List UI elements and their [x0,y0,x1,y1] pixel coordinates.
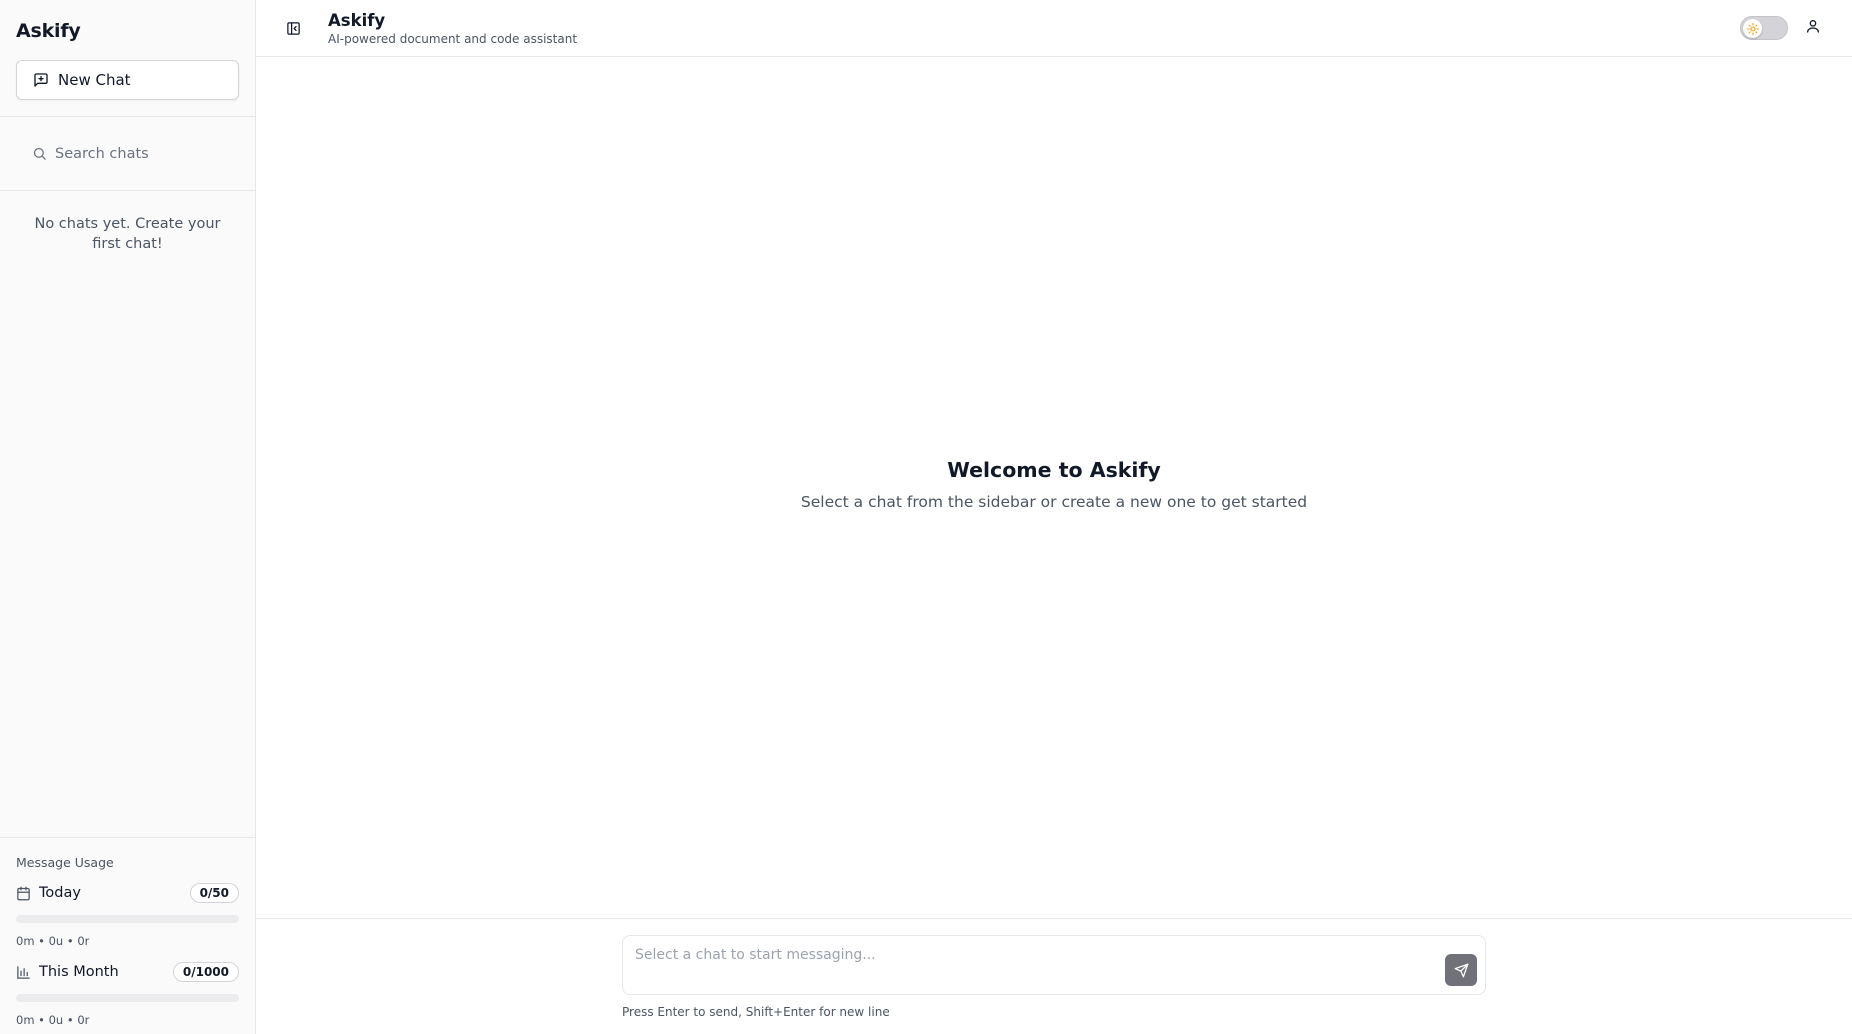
page-title: Askify [328,10,386,30]
message-composer [622,935,1486,995]
usage-today-progress [16,915,239,923]
search-box [16,134,239,174]
header-titles: Askify AI-powered document and code assi… [328,11,577,46]
send-icon [1454,963,1468,977]
usage-today-badge: 0/50 [189,883,239,903]
composer-area: Press Enter to send, Shift+Enter for new… [256,918,1852,1034]
main-area: Askify AI-powered document and code assi… [256,0,1852,1034]
usage-month-progress [16,994,239,1002]
new-chat-label: New Chat [58,71,131,89]
welcome-title: Welcome to Askify [947,458,1161,482]
usage-month-stats: 0m • 0u • 0r [16,1013,90,1027]
theme-toggle-knob [1743,19,1762,38]
brand-title: Askify [16,20,81,42]
app-root: Askify New Chat No chats yet. Create you… [0,0,1852,1034]
user-menu-button[interactable] [1805,18,1825,38]
message-input[interactable] [623,936,1403,976]
calendar-icon [17,886,30,900]
message-usage-panel: Message Usage Today 0/50 0m • 0u • 0r Th… [0,837,255,1034]
panel-left-icon [286,21,300,35]
search-area [0,117,255,190]
theme-toggle[interactable] [1740,16,1788,40]
sidebar-toggle-button[interactable] [280,15,306,41]
empty-chats-message: No chats yet. Create your first chat! [34,216,221,252]
search-input[interactable] [55,145,225,162]
search-icon [33,147,46,160]
usage-today-row: Today 0/50 [16,881,239,905]
message-plus-icon [34,73,48,87]
top-header: Askify AI-powered document and code assi… [256,0,1852,57]
new-chat-button[interactable]: New Chat [16,60,239,100]
welcome-subtitle: Select a chat from the sidebar or create… [800,493,1308,511]
composer-hint: Press Enter to send, Shift+Enter for new… [622,1005,890,1019]
usage-month-row: This Month 0/1000 [16,960,239,984]
user-icon [1807,20,1819,33]
welcome-section: Welcome to Askify Select a chat from the… [256,57,1852,918]
bar-chart-icon [17,965,30,979]
sun-icon [1746,22,1759,35]
send-button[interactable] [1445,954,1477,986]
sidebar: Askify New Chat No chats yet. Create you… [0,0,256,1034]
usage-today-label: Today [39,885,81,901]
page-subtitle: AI-powered document and code assistant [328,31,578,46]
usage-today-stats: 0m • 0u • 0r [16,934,90,948]
usage-title: Message Usage [16,855,114,870]
usage-month-badge: 0/1000 [172,962,239,982]
usage-month-label: This Month [39,964,119,980]
